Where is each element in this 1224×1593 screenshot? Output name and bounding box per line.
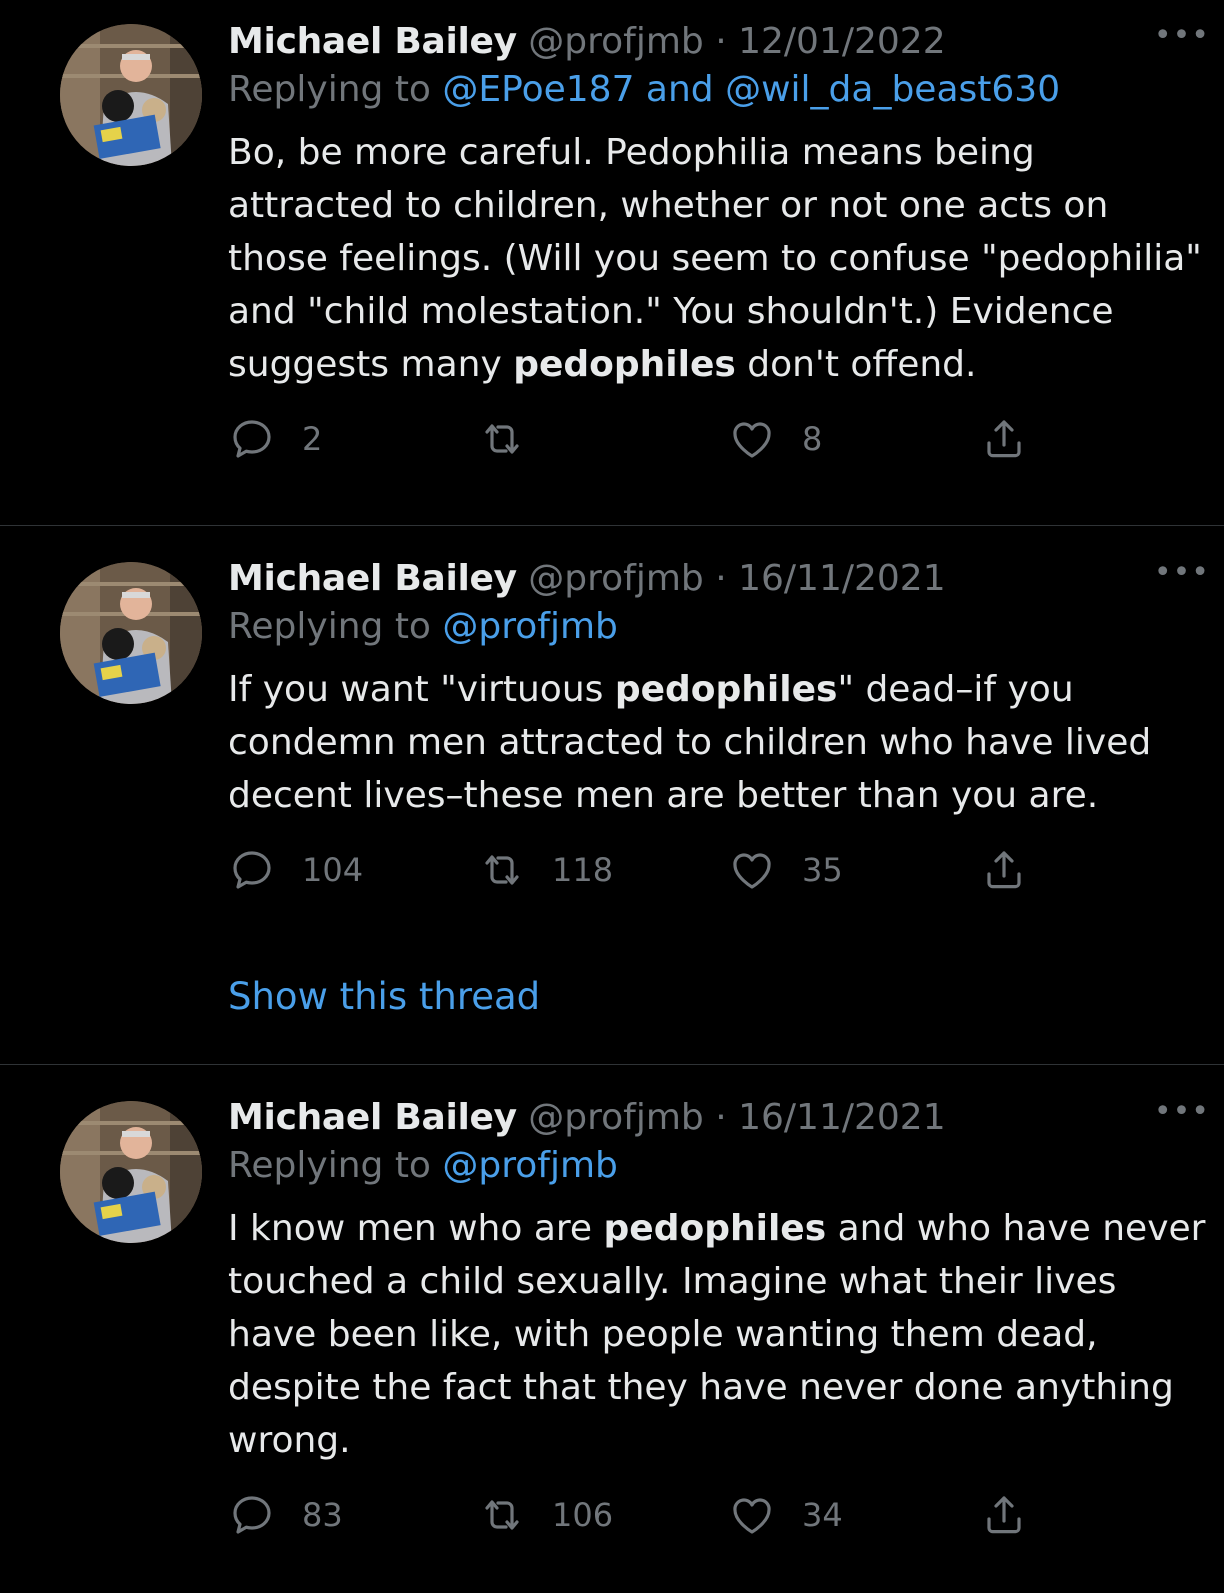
more-icon[interactable]: ••• xyxy=(1154,555,1210,591)
like-button[interactable]: 8 xyxy=(728,409,822,469)
replying-to-label: Replying to xyxy=(228,1145,431,1186)
reply-count: 83 xyxy=(302,1496,343,1534)
retweet-button[interactable]: 106 xyxy=(478,1485,613,1545)
author-handle[interactable]: @profjmb xyxy=(528,558,703,599)
share-icon xyxy=(987,851,1021,889)
share-button[interactable] xyxy=(980,1485,1028,1545)
tweet-text-highlight: pedophiles xyxy=(603,1208,827,1249)
replying-to: Replying to @EPoe187 and @wil_da_beast63… xyxy=(228,66,1210,118)
replying-to-mentions[interactable]: @EPoe187 and @wil_da_beast630 xyxy=(442,69,1060,110)
share-button[interactable] xyxy=(980,409,1028,469)
author-name[interactable]: Michael Bailey xyxy=(228,558,517,599)
tweet-text-part: don't offend. xyxy=(735,344,977,385)
avatar-image xyxy=(60,1101,202,1243)
like-icon xyxy=(733,1498,771,1534)
reply-icon xyxy=(233,851,271,889)
tweet[interactable]: Michael Bailey @profjmb · 16/11/2021 •••… xyxy=(0,1064,1224,1593)
tweet-actions: 2 8 xyxy=(228,409,1210,469)
like-icon xyxy=(733,853,771,889)
retweet-icon xyxy=(485,1500,519,1530)
replying-to-label: Replying to xyxy=(228,606,431,647)
tweet-text-highlight: pedophiles xyxy=(513,344,736,385)
tweet-header: Michael Bailey @profjmb · 16/11/2021 ••• xyxy=(228,1094,1210,1142)
avatar-image xyxy=(60,24,202,166)
retweet-button[interactable] xyxy=(478,409,552,469)
reply-button[interactable]: 83 xyxy=(228,1485,343,1545)
replying-to: Replying to @profjmb xyxy=(228,603,1210,655)
author-name[interactable]: Michael Bailey xyxy=(228,21,517,62)
avatar[interactable] xyxy=(60,562,202,704)
author-handle[interactable]: @profjmb xyxy=(528,21,703,62)
retweet-icon xyxy=(485,424,519,454)
share-icon xyxy=(987,1496,1021,1534)
reply-count: 104 xyxy=(302,851,364,889)
show-thread-link[interactable]: Show this thread xyxy=(228,973,540,1021)
separator-dot: · xyxy=(715,558,727,599)
tweet-text: Bo, be more careful. Pedophilia means be… xyxy=(228,126,1210,391)
more-icon[interactable]: ••• xyxy=(1154,18,1210,54)
avatar[interactable] xyxy=(60,24,202,166)
reply-button[interactable]: 2 xyxy=(228,409,322,469)
like-icon xyxy=(733,422,771,458)
replying-to-label: Replying to xyxy=(228,69,431,110)
share-icon xyxy=(987,420,1021,458)
tweet-actions: 104 118 35 xyxy=(228,840,1210,900)
share-button[interactable] xyxy=(980,840,1028,900)
author-name[interactable]: Michael Bailey xyxy=(228,1097,517,1138)
reply-count: 2 xyxy=(302,420,323,458)
tweet-date[interactable]: 16/11/2021 xyxy=(738,558,946,599)
author-handle[interactable]: @profjmb xyxy=(528,1097,703,1138)
avatar[interactable] xyxy=(60,1101,202,1243)
reply-button[interactable]: 104 xyxy=(228,840,363,900)
tweet-date[interactable]: 12/01/2022 xyxy=(738,21,946,62)
retweet-count: 118 xyxy=(552,851,614,889)
like-count: 8 xyxy=(802,420,823,458)
separator-dot: · xyxy=(715,21,727,62)
tweet-actions: 83 106 34 xyxy=(228,1485,1210,1545)
like-count: 35 xyxy=(802,851,843,889)
more-icon[interactable]: ••• xyxy=(1154,1094,1210,1130)
tweet-text: I know men who are pedophiles and who ha… xyxy=(228,1202,1210,1467)
tweet-text: If you want "virtuous pedophiles" dead–i… xyxy=(228,663,1210,822)
like-button[interactable]: 34 xyxy=(728,1485,843,1545)
tweet-header: Michael Bailey @profjmb · 16/11/2021 ••• xyxy=(228,555,1210,603)
tweet-header: Michael Bailey @profjmb · 12/01/2022 ••• xyxy=(228,18,1210,66)
retweet-icon xyxy=(485,855,519,885)
reply-icon xyxy=(233,1496,271,1534)
retweet-count: 106 xyxy=(552,1496,614,1534)
like-button[interactable]: 35 xyxy=(728,840,843,900)
tweet[interactable]: Michael Bailey @profjmb · 12/01/2022 •••… xyxy=(0,0,1224,525)
tweet-text-part: If you want "virtuous xyxy=(228,669,615,710)
replying-to-mentions[interactable]: @profjmb xyxy=(442,606,617,647)
replying-to: Replying to @profjmb xyxy=(228,1142,1210,1194)
tweet[interactable]: Michael Bailey @profjmb · 16/11/2021 •••… xyxy=(0,525,1224,1064)
tweet-text-part: I know men who are xyxy=(228,1208,604,1249)
avatar-image xyxy=(60,562,202,704)
retweet-button[interactable]: 118 xyxy=(478,840,613,900)
reply-icon xyxy=(233,420,271,458)
tweet-text-highlight: pedophiles xyxy=(614,669,838,710)
replying-to-mentions[interactable]: @profjmb xyxy=(442,1145,617,1186)
like-count: 34 xyxy=(802,1496,843,1534)
tweet-date[interactable]: 16/11/2021 xyxy=(738,1097,946,1138)
separator-dot: · xyxy=(715,1097,727,1138)
